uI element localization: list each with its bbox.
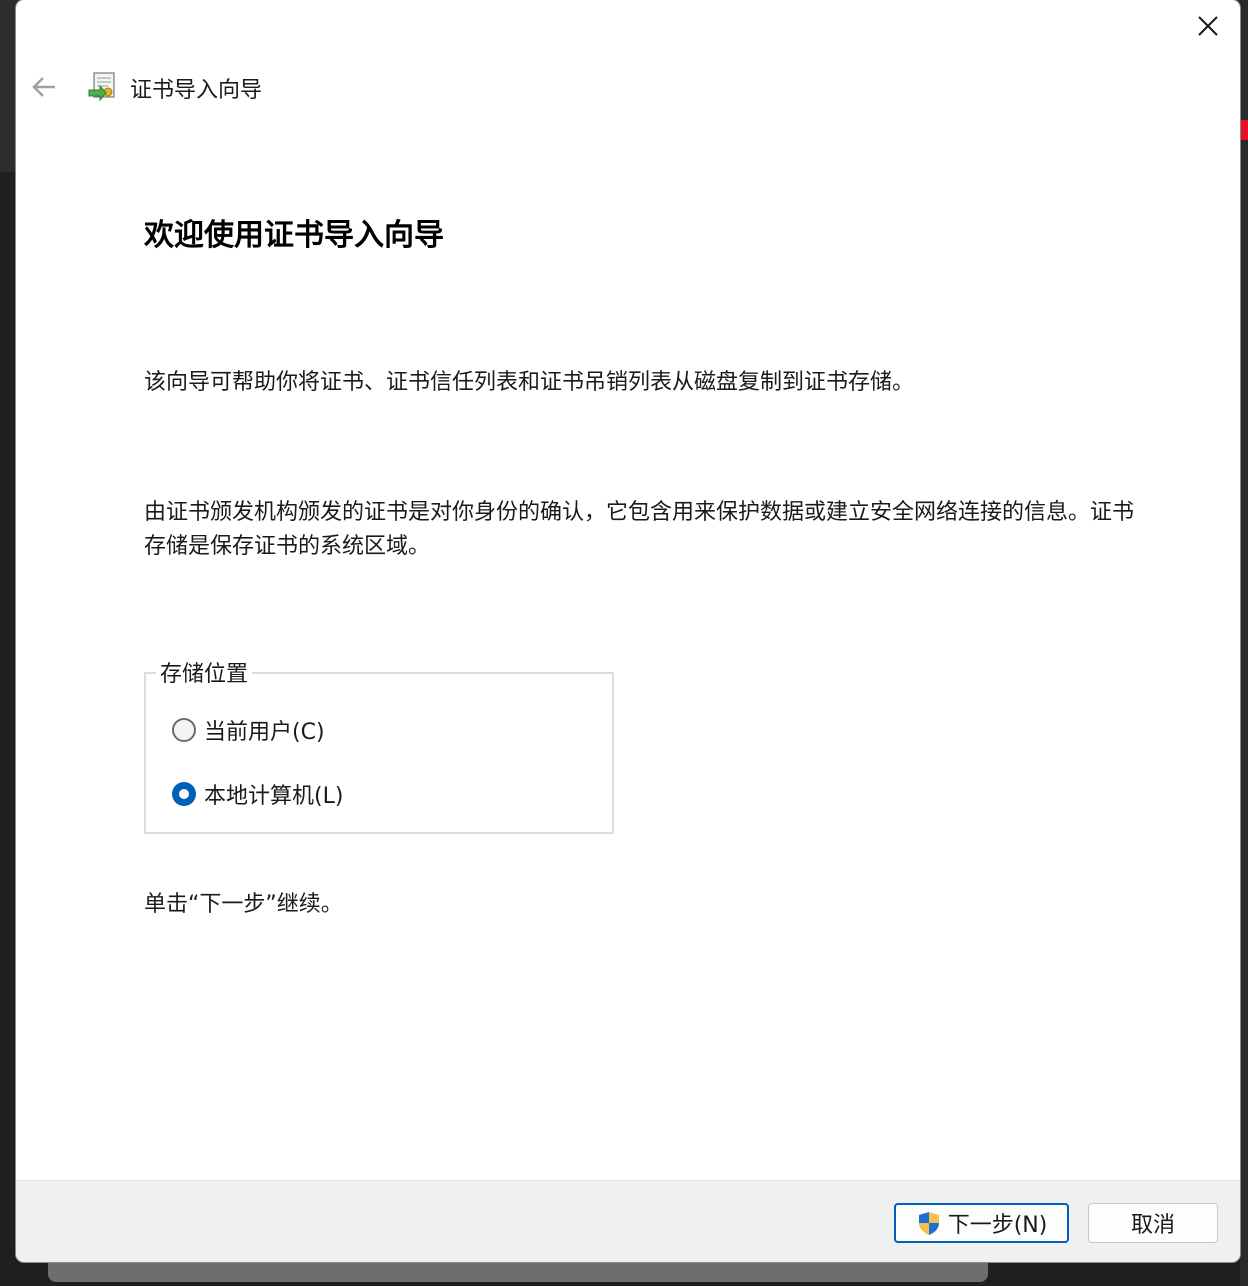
next-button-label: 下一步(N): [947, 1213, 1048, 1238]
back-button[interactable]: [28, 70, 60, 104]
radio-button-unchecked[interactable]: [172, 718, 196, 742]
radio-label-local-machine: 本地计算机(L): [204, 784, 344, 809]
radio-label-current-user: 当前用户(C): [204, 720, 325, 745]
continue-hint: 单击“下一步”继续。: [144, 892, 343, 917]
dialog-footer: 下一步(N) 取消: [16, 1180, 1240, 1262]
uac-shield-icon: [918, 1212, 939, 1235]
window-title: 证书导入向导: [130, 78, 263, 103]
background-window-edge: [1240, 0, 1248, 1286]
radio-local-machine[interactable]: 本地计算机(L): [172, 778, 343, 810]
page-heading: 欢迎使用证书导入向导: [144, 218, 444, 253]
close-button[interactable]: [1186, 6, 1230, 46]
store-location-legend: 存储位置: [156, 656, 253, 688]
cancel-button[interactable]: 取消: [1088, 1203, 1218, 1243]
background-window-bottom: [48, 1262, 988, 1282]
radio-button-checked[interactable]: [172, 782, 196, 806]
description-paragraph-2: 由证书颁发机构颁发的证书是对你身份的确认，它包含用来保护数据或建立安全网络连接的…: [144, 500, 1135, 559]
radio-current-user[interactable]: 当前用户(C): [172, 714, 325, 746]
cancel-button-label: 取消: [1130, 1213, 1175, 1238]
close-icon: [1198, 16, 1218, 36]
description-paragraph-1: 该向导可帮助你将证书、证书信任列表和证书吊销列表从磁盘复制到证书存储。: [144, 370, 915, 395]
certificate-import-wizard-dialog: 证书导入向导 欢迎使用证书导入向导 该向导可帮助你将证书、证书信任列表和证书吊销…: [16, 0, 1240, 1262]
back-arrow-icon: [32, 77, 55, 97]
next-button[interactable]: 下一步(N): [894, 1203, 1069, 1243]
certificate-icon: [88, 72, 115, 102]
